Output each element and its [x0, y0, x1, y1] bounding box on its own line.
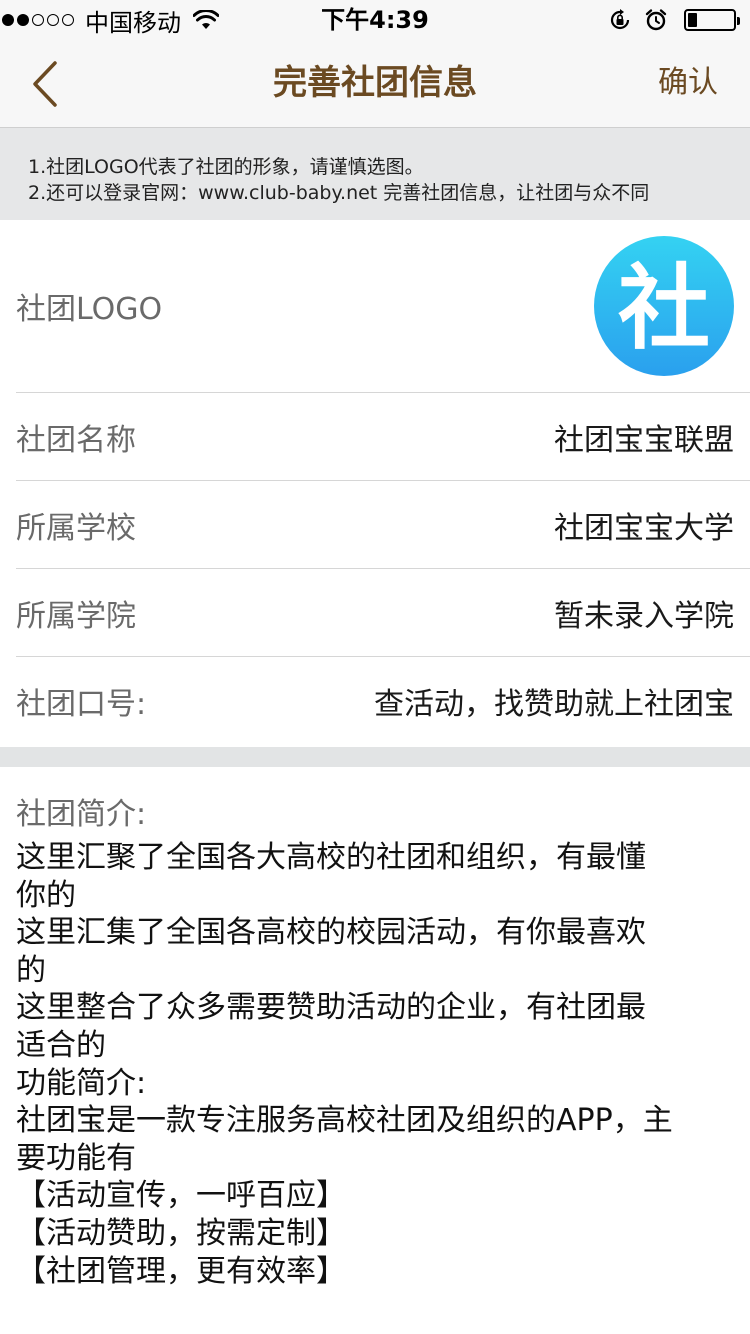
club-info-form: 社团LOGO 社 社团名称 社团宝宝联盟 所属学校 社团宝宝大学 所属学院 暂未… — [0, 220, 750, 745]
school-row[interactable]: 所属学校 社团宝宝大学 — [16, 481, 750, 569]
club-logo-image[interactable]: 社 — [594, 236, 734, 376]
slogan-value: 查活动，找赞助就上社团宝 — [374, 687, 734, 722]
club-logo-icon: 社 — [618, 255, 710, 362]
alarm-icon — [644, 8, 668, 32]
school-label: 所属学校 — [16, 510, 136, 546]
intro-text[interactable]: 这里汇聚了全国各大高校的社团和组织，有最懂 你的 这里汇集了全国各高校的校园活动… — [16, 839, 706, 1290]
battery-icon — [684, 9, 740, 31]
club-name-value: 社团宝宝联盟 — [554, 422, 734, 458]
intro-label: 社团简介: — [16, 797, 147, 832]
slogan-row[interactable]: 社团口号: 查活动，找赞助就上社团宝 — [16, 657, 750, 745]
page-title: 完善社团信息 — [273, 63, 477, 103]
status-bar: 中国移动 下午4:39 — [0, 0, 750, 40]
battery-level — [688, 13, 697, 27]
school-value: 社团宝宝大学 — [554, 510, 734, 546]
logo-row[interactable]: 社团LOGO 社 — [16, 220, 750, 393]
club-name-label: 社团名称 — [16, 422, 136, 458]
slogan-label: 社团口号: — [16, 687, 147, 722]
confirm-button[interactable]: 确认 — [658, 40, 718, 128]
college-value: 暂未录入学院 — [554, 598, 734, 634]
college-label: 所属学院 — [16, 598, 136, 634]
college-row[interactable]: 所属学院 暂未录入学院 — [16, 569, 750, 657]
club-logo-glyph: 社 — [618, 255, 710, 362]
club-name-row[interactable]: 社团名称 社团宝宝联盟 — [16, 393, 750, 481]
rotation-lock-icon — [608, 8, 632, 32]
logo-label: 社团LOGO — [16, 292, 163, 327]
tips-banner: 1.社团LOGO代表了社团的形象，请谨慎选图。 2.还可以登录官网：www.cl… — [0, 128, 750, 220]
status-bar-right — [596, 0, 740, 40]
tip-line-2: 2.还可以登录官网：www.club-baby.net 完善社团信息，让社团与众… — [28, 182, 650, 204]
club-intro-section[interactable]: 社团简介: 这里汇聚了全国各大高校的社团和组织，有最懂 你的 这里汇集了全国各高… — [16, 767, 734, 1290]
tip-line-1: 1.社团LOGO代表了社团的形象，请谨慎选图。 — [28, 156, 424, 178]
navigation-bar: 完善社团信息 确认 — [0, 40, 750, 128]
section-divider — [0, 747, 750, 767]
